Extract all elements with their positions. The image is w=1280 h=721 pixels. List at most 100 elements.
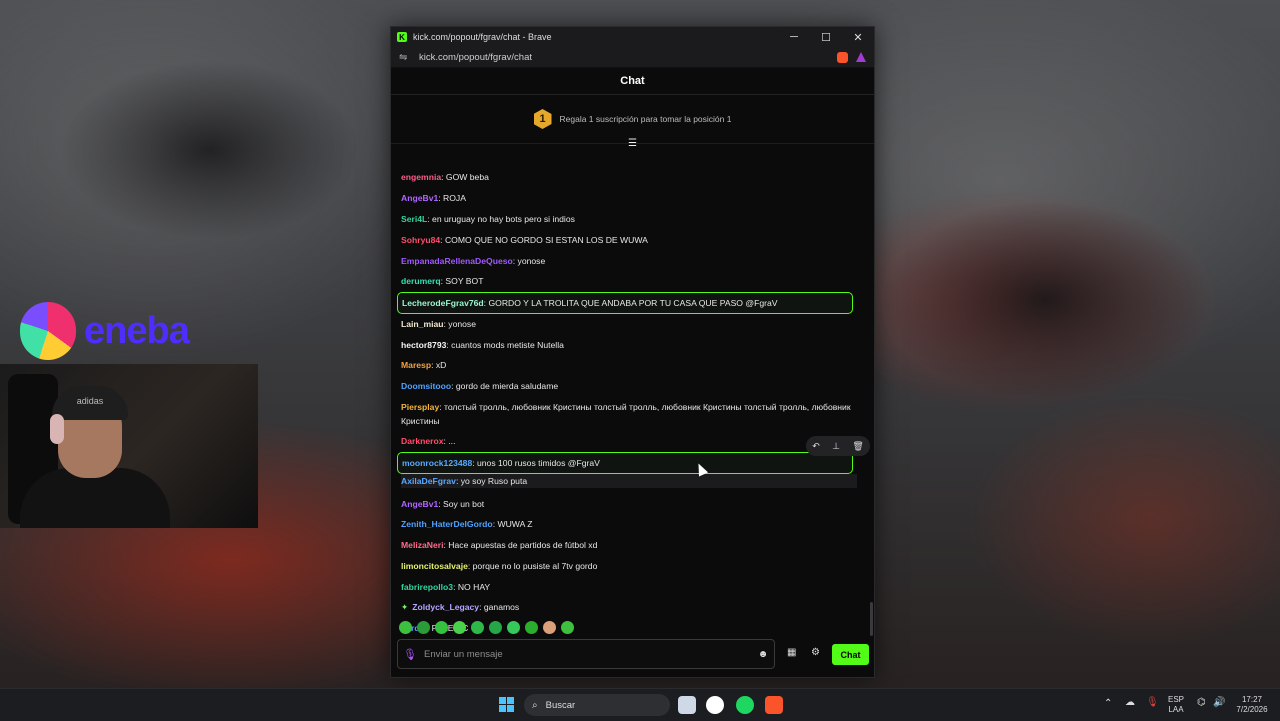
kick-logo-icon: K (397, 32, 407, 42)
chat-input[interactable] (422, 647, 752, 661)
chat-username[interactable]: Seri4L (401, 214, 427, 224)
brave-shield-icon[interactable] (837, 51, 848, 63)
chat-username[interactable]: Zenith_HaterDelGordo (401, 519, 493, 529)
browser-window: K kick.com/popout/fgrav/chat - Brave ─ ☐… (390, 26, 875, 678)
emote-icon[interactable] (417, 621, 430, 634)
send-chat-button[interactable]: Chat (832, 644, 869, 665)
emote-icon[interactable] (507, 621, 520, 634)
emote-icon[interactable] (435, 621, 448, 634)
chat-message-list[interactable]: engemnia: GOW beba AngeBv1: ROJA Seri4L: e… (391, 170, 874, 636)
chat-message[interactable]: Sohryu84: COMO QUE NO GORDO SI ESTAN LOS… (401, 233, 857, 247)
chat-username[interactable]: EmpanadaRellenaDeQueso (401, 256, 513, 266)
headphone (50, 414, 64, 444)
minimize-button[interactable]: ─ (778, 27, 810, 47)
chat-message[interactable]: Darknerox: ... (401, 434, 857, 448)
chat-message-text: : толстый тролль, любовник Кристины толс… (401, 402, 851, 426)
url-text[interactable]: kick.com/popout/fgrav/chat (419, 52, 831, 63)
chat-message[interactable]: Zenith_HaterDelGordo: WUWA Z (401, 517, 857, 531)
chat-message[interactable]: Lain_miau: yonose (401, 317, 857, 331)
chat-username[interactable]: derumerq (401, 276, 441, 286)
chat-username[interactable]: Zoldyck_Legacy (412, 602, 479, 612)
settings-gear-icon[interactable]: ⚙ (811, 647, 820, 658)
chat-username[interactable]: LecherodeFgrav76d (402, 298, 484, 308)
volume-icon[interactable]: 🔊 (1213, 698, 1225, 708)
chat-message[interactable]: moonrock123488: unos 100 rusos timidos @… (397, 452, 853, 474)
chat-username[interactable]: Maresp (401, 360, 431, 370)
emote-icon[interactable] (525, 621, 538, 634)
delete-icon[interactable]: 🗑 (852, 441, 863, 452)
chat-username[interactable]: MelizaNeri (401, 540, 444, 550)
chat-username[interactable]: Piersplay (401, 402, 439, 412)
taskbar-search[interactable]: ⌕ Buscar (524, 694, 670, 716)
site-settings-icon[interactable]: ⇋ (399, 52, 413, 63)
chat-username[interactable]: limoncitosalvaje (401, 561, 468, 571)
emoji-icon[interactable]: ☻ (752, 649, 774, 660)
onedrive-icon[interactable]: ☁ (1125, 698, 1135, 708)
chat-message[interactable]: AngeBv1: Soy un bot (401, 497, 857, 511)
chat-message[interactable]: MelizaNeri: Hace apuestas de partidos de… (401, 538, 857, 552)
mic-tray-icon[interactable]: 🎙 (1146, 698, 1159, 708)
emote-icon[interactable] (399, 621, 412, 634)
chat-username[interactable]: fabrirepollo3 (401, 582, 453, 592)
chat-composer[interactable]: 🎙 ☻ (397, 639, 775, 669)
chat-username[interactable]: Lain_miau (401, 319, 444, 329)
emote-icon[interactable] (489, 621, 502, 634)
chat-paused-icon[interactable]: ☰ (628, 138, 637, 149)
language-bottom: LAA (1168, 705, 1184, 714)
quick-emotes (399, 621, 574, 634)
chat-username[interactable]: Darknerox (401, 436, 444, 446)
chat-message[interactable]: EmpanadaRellenaDeQueso: yonose (401, 254, 857, 268)
chat-message[interactable]: Maresp: xD (401, 358, 857, 372)
obs-icon[interactable] (706, 696, 724, 714)
maximize-button[interactable]: ☐ (810, 27, 842, 47)
store-icon[interactable]: ▦ (787, 647, 796, 658)
chat-title: Chat (391, 68, 874, 95)
address-bar[interactable]: ⇋ kick.com/popout/fgrav/chat (391, 47, 874, 68)
clock[interactable]: 17:27 7/2/2026 (1232, 695, 1272, 715)
chat-username[interactable]: AngeBv1 (401, 499, 438, 509)
taskbar-search-label: Buscar (545, 699, 576, 711)
chat-message[interactable]: fabrirepollo3: NO HAY (401, 580, 857, 594)
sub-leaderboard-banner[interactable]: 1 Regala 1 suscripción para tomar la pos… (391, 95, 874, 149)
chat-message[interactable]: Seri4L: en uruguay no hay bots pero si i… (401, 212, 857, 226)
chat-message[interactable]: LecherodeFgrav76d: GORDO Y LA TROLITA QU… (397, 292, 853, 314)
language-indicator[interactable]: ESP LAA (1168, 695, 1184, 715)
spotify-icon[interactable] (736, 696, 754, 714)
wifi-icon[interactable]: ⌬ (1197, 698, 1206, 708)
chat-username[interactable]: AngeBv1 (401, 193, 438, 203)
chat-username[interactable]: Sohryu84 (401, 235, 440, 245)
emote-icon[interactable] (471, 621, 484, 634)
chat-message[interactable]: ✦ Zoldyck_Legacy: ganamos (401, 600, 857, 614)
windows-start-icon[interactable] (499, 697, 514, 712)
chat-username[interactable]: AxilaDeFgrav (401, 476, 456, 486)
emote-icon[interactable] (561, 621, 574, 634)
chat-message-text: : en uruguay no hay bots pero si indios (427, 214, 575, 224)
pin-icon[interactable]: ⊥ (832, 441, 840, 452)
task-view-icon[interactable] (678, 696, 696, 714)
chat-username[interactable]: hector8793 (401, 340, 446, 350)
chat-message-text: : yo soy Ruso puta (455, 476, 528, 486)
chat-message[interactable]: hector8793: cuantos mods metiste Nutella (401, 338, 857, 352)
chat-message[interactable]: Doomsitooo: gordo de mierda saludame (401, 379, 857, 393)
brave-icon[interactable] (765, 696, 783, 714)
chat-username[interactable]: moonrock123488 (402, 458, 472, 468)
close-button[interactable]: ✕ (842, 27, 874, 47)
chat-message-text: : porque no lo pusiste al 7tv gordo (467, 561, 598, 571)
chat-message[interactable]: derumerq: SOY BOT (401, 274, 857, 288)
tray-overflow-icon[interactable]: ⌃ (1104, 699, 1112, 709)
brave-rewards-icon[interactable] (856, 52, 866, 62)
chat-scrollbar[interactable] (870, 602, 873, 636)
chat-message[interactable]: AxilaDeFgrav: yo soy Ruso puta (401, 474, 857, 488)
chat-message[interactable]: AngeBv1: ROJA (401, 191, 857, 205)
chat-message[interactable]: limoncitosalvaje: porque no lo pusiste a… (401, 559, 857, 573)
chat-message[interactable]: Piersplay: толстый тролль, любовник Крис… (401, 400, 857, 428)
microphone-icon[interactable]: 🎙 (398, 648, 422, 661)
chat-message[interactable]: engemnia: GOW beba (401, 170, 857, 184)
chat-username[interactable]: Doomsitooo (401, 381, 451, 391)
chat-username[interactable]: engemnia (401, 172, 441, 182)
webcam-feed: adidas (0, 364, 258, 528)
emote-icon[interactable] (453, 621, 466, 634)
reply-icon[interactable]: ↶ (812, 441, 820, 452)
language-top: ESP (1168, 695, 1185, 704)
emote-icon[interactable] (543, 621, 556, 634)
